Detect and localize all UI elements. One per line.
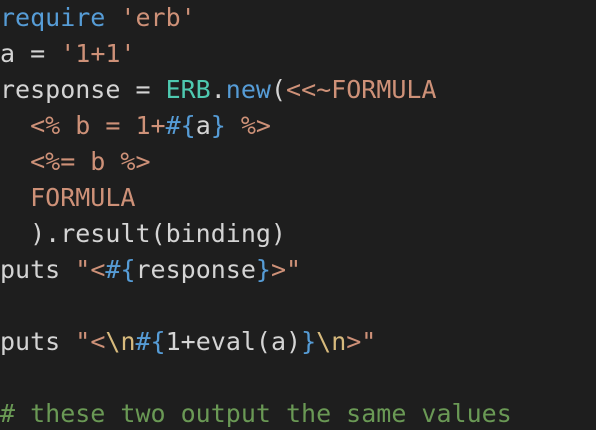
- code-token: >": [270, 255, 302, 284]
- code-token: ).result(binding): [0, 219, 286, 248]
- code-token: \n: [316, 327, 347, 356]
- code-token: '1+1': [60, 39, 136, 68]
- code-token: }: [210, 111, 226, 140]
- code-line-7[interactable]: ).result(binding): [0, 216, 286, 252]
- code-line-8[interactable]: puts "<#{response}>": [0, 252, 301, 288]
- code-token: ERB: [165, 75, 211, 104]
- code-token: #{: [105, 255, 136, 284]
- code-token: 1+eval(a): [165, 327, 302, 356]
- code-token: # these two output the same values: [0, 399, 512, 428]
- code-line-12[interactable]: # these two output the same values: [0, 396, 512, 430]
- code-token: =: [15, 39, 61, 68]
- code-token: <%= b %>: [0, 147, 151, 176]
- code-token: #{: [165, 111, 196, 140]
- code-token: puts: [0, 255, 61, 284]
- code-token: "<: [75, 327, 106, 356]
- code-token: response: [135, 255, 256, 284]
- code-token: <% b = 1+: [0, 111, 166, 140]
- code-editor[interactable]: require 'erb' a = '1+1' response = ERB.n…: [0, 0, 596, 430]
- code-token: <<~FORMULA: [286, 75, 437, 104]
- code-token: .: [210, 75, 226, 104]
- code-token: 'erb': [120, 3, 196, 32]
- code-token: #{: [135, 327, 166, 356]
- code-token: }: [301, 327, 317, 356]
- code-token: =: [120, 75, 166, 104]
- code-line-10[interactable]: puts "<\n#{1+eval(a)}\n>": [0, 324, 376, 360]
- code-token: response: [0, 75, 121, 104]
- code-token: FORMULA: [0, 183, 136, 212]
- code-token: %>: [225, 111, 271, 140]
- code-token: require: [0, 3, 106, 32]
- code-line-6[interactable]: FORMULA: [0, 180, 135, 216]
- code-line-3[interactable]: response = ERB.new(<<~FORMULA: [0, 72, 437, 108]
- code-token: a: [0, 39, 16, 68]
- code-token: \n: [105, 327, 136, 356]
- code-token: (: [270, 75, 287, 104]
- code-token: }: [255, 255, 271, 284]
- code-line-5[interactable]: <%= b %>: [0, 144, 151, 180]
- code-token: puts: [0, 327, 61, 356]
- code-token: new: [225, 75, 271, 104]
- code-token: "<: [75, 255, 106, 284]
- code-token: a: [195, 111, 211, 140]
- code-line-1[interactable]: require 'erb': [0, 0, 196, 36]
- code-token: >": [346, 327, 377, 356]
- code-line-2[interactable]: a = '1+1': [0, 36, 135, 72]
- code-line-4[interactable]: <% b = 1+#{a} %>: [0, 108, 271, 144]
